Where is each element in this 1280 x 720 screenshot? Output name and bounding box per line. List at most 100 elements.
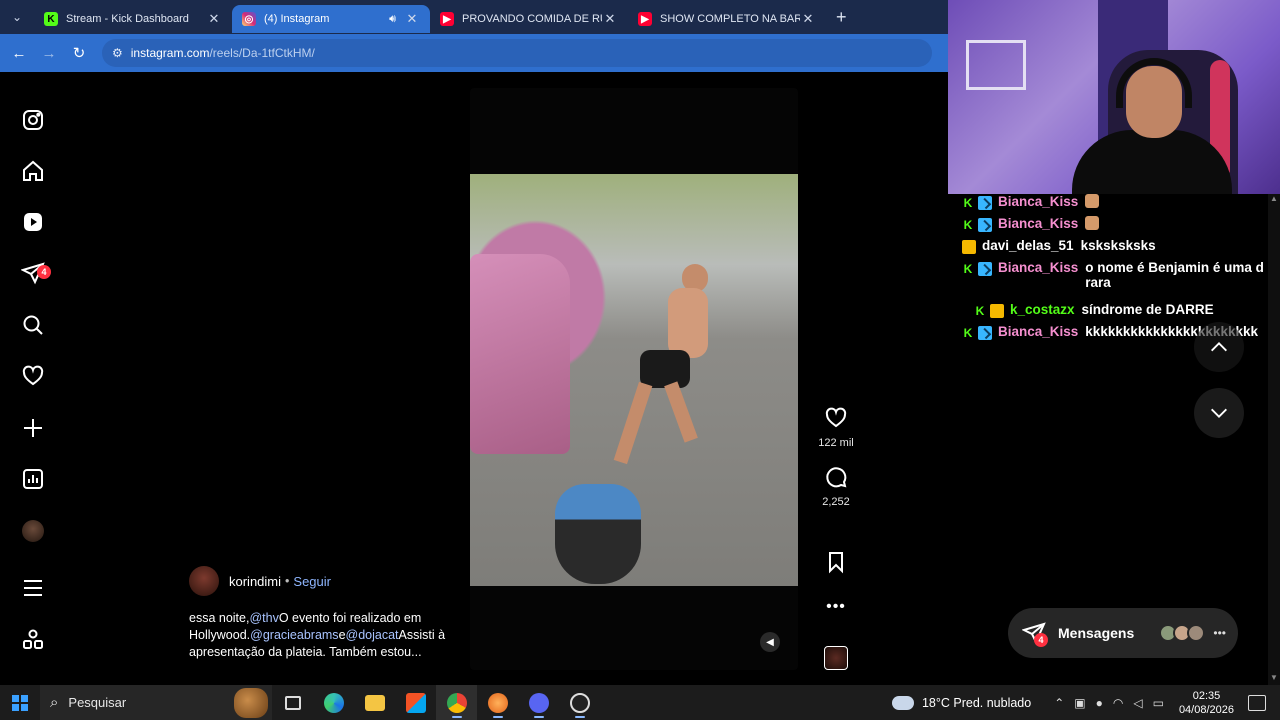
notification-center-icon[interactable]: [1248, 694, 1266, 711]
like-action[interactable]: 122 mil: [812, 406, 860, 449]
chevron-up-icon[interactable]: ⌃: [1054, 696, 1064, 710]
battery-icon[interactable]: ▭: [1153, 696, 1164, 710]
obs-icon[interactable]: [559, 685, 600, 720]
reels-icon[interactable]: [21, 210, 45, 234]
kick-badge-icon: K: [963, 326, 973, 340]
microsoft-store-icon[interactable]: [395, 685, 436, 720]
home-icon[interactable]: [21, 159, 45, 183]
weather-widget[interactable]: 18°C Pred. nublado: [891, 695, 1032, 710]
scroll-up-arrow-icon[interactable]: ▲: [1268, 194, 1280, 206]
search-icon[interactable]: [21, 313, 45, 337]
volume-icon[interactable]: ◁: [1133, 696, 1142, 710]
cloud-icon: [891, 695, 914, 710]
direct-messages-icon[interactable]: 4: [20, 261, 51, 285]
instagram-sidebar: 4: [0, 72, 66, 685]
back-arrow-icon[interactable]: ←: [4, 45, 34, 62]
close-icon[interactable]: ✕: [800, 11, 816, 27]
caption-part: essa noite,: [189, 611, 250, 625]
crown-badge-icon: [962, 240, 976, 254]
screen: ⌄ K Stream - Kick Dashboard ✕ ◎ (4) Inst…: [0, 0, 1280, 720]
bookmark-icon[interactable]: [824, 550, 848, 574]
more-options-icon[interactable]: •••: [812, 598, 860, 616]
windows-start-icon[interactable]: [0, 694, 40, 711]
audio-thumbnail[interactable]: [812, 646, 860, 670]
chat-username: Bianca_Kiss: [998, 260, 1079, 275]
chat-text: ksksksksks: [1080, 238, 1156, 253]
apps-grid-icon[interactable]: [21, 628, 45, 652]
chat-text: síndrome de DARRE: [1081, 302, 1214, 317]
next-reel-button[interactable]: [1194, 388, 1244, 438]
reload-icon[interactable]: ↻: [64, 44, 94, 62]
more-icon[interactable]: •••: [1213, 626, 1226, 640]
notification-badge: 4: [37, 265, 51, 279]
forward-arrow-icon[interactable]: →: [34, 45, 64, 62]
save-action[interactable]: [812, 550, 860, 579]
app-tray-icon[interactable]: ▣: [1074, 696, 1085, 710]
comment-count: 2,252: [822, 496, 850, 508]
webcam-overlay: [948, 0, 1280, 194]
kick-badge-icon: K: [963, 218, 973, 232]
like-count: 122 mil: [818, 437, 854, 449]
chat-username: davi_delas_51: [982, 238, 1074, 253]
reel-player[interactable]: ◀︎: [470, 88, 798, 670]
task-view-icon[interactable]: [272, 685, 313, 720]
scroll-down-arrow-icon[interactable]: ▼: [1268, 673, 1280, 685]
search-icon: ⌕: [50, 694, 59, 711]
previous-reel-button[interactable]: [1194, 322, 1244, 372]
edge-icon[interactable]: [313, 685, 354, 720]
dashboard-icon[interactable]: [21, 467, 45, 491]
mention-link[interactable]: @gracieabrams: [250, 628, 338, 642]
chat-message: davi_delas_51 ksksksksks: [948, 238, 1280, 260]
menu-icon[interactable]: [21, 576, 45, 600]
tab-search-icon[interactable]: ⌄: [0, 0, 34, 34]
follow-button[interactable]: Seguir: [293, 574, 331, 589]
new-tab-button[interactable]: +: [826, 7, 857, 28]
author-username[interactable]: korindimi: [229, 574, 281, 589]
page-scrollbar[interactable]: [1268, 194, 1280, 685]
clock-time: 02:35: [1192, 689, 1221, 702]
discord-icon[interactable]: [518, 685, 559, 720]
comment-action[interactable]: 2,252: [812, 465, 860, 508]
comment-icon[interactable]: [824, 465, 848, 489]
mention-link[interactable]: @thv: [249, 611, 278, 625]
url-path: /reels/Da-1tfCtkHM/: [209, 46, 315, 60]
messages-button[interactable]: 4 Mensagens •••: [1008, 608, 1238, 658]
chat-username: Bianca_Kiss: [998, 216, 1079, 231]
chat-username: Bianca_Kiss: [998, 194, 1079, 209]
heart-icon[interactable]: [21, 364, 45, 388]
weather-text: 18°C Pred. nublado: [921, 695, 1032, 710]
instagram-logo-icon[interactable]: [21, 108, 45, 132]
tab-title: (4) Instagram: [264, 13, 330, 25]
subscriber-badge-icon: [978, 196, 992, 210]
mention-link[interactable]: @dojacat: [346, 628, 399, 642]
reel-video[interactable]: [470, 174, 798, 586]
create-plus-icon[interactable]: [21, 416, 45, 440]
chrome-icon[interactable]: [436, 685, 477, 720]
system-tray: 18°C Pred. nublado ⌃ ▣ ● ◠ ◁ ▭ 02:35 04/…: [891, 685, 1280, 720]
messages-label: Mensagens: [1058, 625, 1135, 641]
tab-youtube-show[interactable]: ▶ SHOW COMPLETO NA BARRA I ✕: [628, 5, 826, 33]
orange-app-icon[interactable]: [477, 685, 518, 720]
chevron-down-icon: [1211, 408, 1227, 418]
close-icon[interactable]: ✕: [602, 11, 618, 27]
profile-avatar[interactable]: [21, 519, 45, 543]
microphone-icon[interactable]: ●: [1096, 696, 1103, 710]
close-icon[interactable]: ✕: [206, 11, 222, 27]
caption-text[interactable]: essa noite,@thvO evento foi realizado em…: [189, 610, 449, 661]
file-explorer-icon[interactable]: [354, 685, 395, 720]
taskbar-search[interactable]: ⌕ Pesquisar: [40, 685, 272, 720]
wifi-icon[interactable]: ◠: [1113, 696, 1123, 710]
heart-icon[interactable]: [824, 406, 848, 430]
tab-instagram[interactable]: ◎ (4) Instagram 🔊︎ ✕: [232, 5, 430, 33]
tab-youtube-comida[interactable]: ▶ PROVANDO COMIDA DE RUA E ✕: [430, 5, 628, 33]
author-avatar[interactable]: [189, 566, 219, 596]
site-info-icon[interactable]: ⚙: [112, 46, 123, 60]
close-icon[interactable]: ✕: [404, 11, 420, 27]
address-bar[interactable]: ⚙ instagram.com/reels/Da-1tfCtkHM/: [102, 39, 932, 67]
volume-icon[interactable]: ◀︎: [760, 632, 780, 652]
speaker-icon[interactable]: 🔊︎: [389, 13, 396, 26]
chat-text-line: rara: [1085, 275, 1111, 290]
tab-kick-dashboard[interactable]: K Stream - Kick Dashboard ✕: [34, 5, 232, 33]
crown-badge-icon: [990, 304, 1004, 318]
clock[interactable]: 02:35 04/08/2026: [1179, 689, 1234, 717]
